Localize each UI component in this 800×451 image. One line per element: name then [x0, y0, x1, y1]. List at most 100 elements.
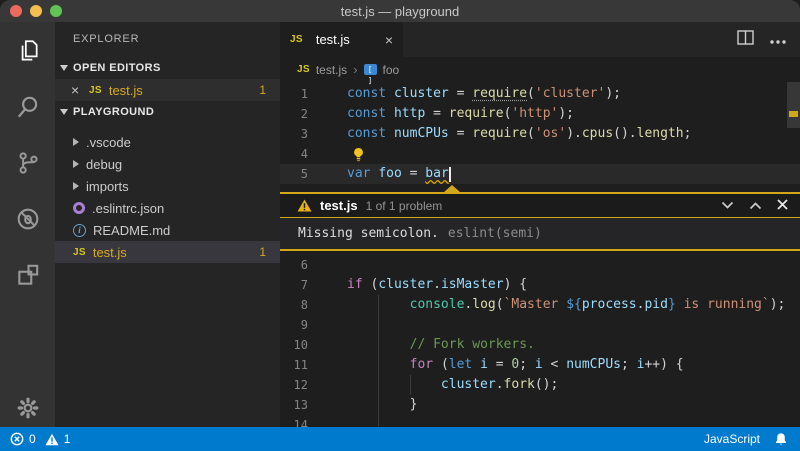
line-content: const numCPUs = require('os').cpus().len…	[347, 124, 691, 144]
list-item-test-js[interactable]: JStest.js1	[55, 241, 280, 263]
folder-chevron-icon	[73, 182, 79, 190]
indent-guide	[410, 375, 411, 395]
code-line-1[interactable]: 1const cluster = require('cluster');	[280, 84, 800, 104]
file-name: .eslintrc.json	[92, 201, 164, 216]
code-lines-top: 1const cluster = require('cluster');2con…	[280, 82, 800, 184]
maximize-window-button[interactable]	[50, 5, 62, 17]
line-number: 3	[280, 124, 308, 144]
warning-count[interactable]: 1	[64, 432, 71, 446]
open-editors-header[interactable]: OPEN EDITORS	[55, 57, 280, 79]
chevron-expanded-icon	[60, 65, 68, 71]
scrollbar-slider[interactable]	[787, 82, 800, 128]
eslint-icon	[73, 202, 85, 214]
split-editor-icon[interactable]	[737, 30, 754, 50]
list-item-readme-md[interactable]: i README.md	[55, 219, 280, 241]
line-content: }	[347, 395, 417, 415]
tab-testjs[interactable]: JS test.js ×	[280, 22, 403, 57]
code-line-14[interactable]: 14	[280, 415, 800, 427]
symbol-variable-icon: [ ]	[364, 64, 377, 75]
code-line-2[interactable]: 2const http = require('http');	[280, 104, 800, 124]
list-item--eslintrc-json[interactable]: .eslintrc.json	[55, 197, 280, 219]
debug-off-icon[interactable]	[15, 206, 41, 232]
code-line-6[interactable]: 6	[280, 255, 800, 275]
errors-icon[interactable]	[10, 432, 24, 446]
js-file-icon: JS	[297, 64, 310, 75]
close-editor-icon[interactable]: ×	[71, 83, 89, 97]
code-line-9[interactable]: 9	[280, 315, 800, 335]
code-line-12[interactable]: 12 cluster.fork();	[280, 375, 800, 395]
playground-header[interactable]: PLAYGROUND	[55, 101, 280, 123]
code-line-13[interactable]: 13 }	[280, 395, 800, 415]
js-icon: JS	[89, 85, 102, 96]
tab-label: test.js	[316, 32, 350, 47]
line-content: for (let i = 0; i < numCPUs; i++) {	[347, 355, 684, 375]
line-number: 6	[280, 255, 308, 275]
overview-ruler-warning-mark	[789, 111, 798, 117]
info-icon: i	[73, 224, 86, 237]
notifications-bell-icon[interactable]	[774, 432, 788, 446]
line-number: 4	[280, 144, 308, 164]
file-name: test.js	[93, 245, 127, 260]
peek-message-row[interactable]: Missing semicolon. eslint(semi)	[280, 217, 800, 249]
line-number: 1	[280, 84, 308, 104]
peek-file-name: test.js	[320, 198, 358, 213]
warning-triangle-icon	[297, 199, 312, 212]
problem-count-badge: 1	[259, 245, 266, 259]
code-line-10[interactable]: 10 // Fork workers.	[280, 335, 800, 355]
problem-message: Missing semicolon.	[298, 226, 439, 241]
line-content: const http = require('http');	[347, 104, 574, 124]
problem-source: eslint(semi)	[448, 226, 542, 241]
status-bar: 0 1 JavaScript	[0, 427, 800, 451]
open-editors-label: OPEN EDITORS	[73, 62, 161, 74]
line-number: 13	[280, 395, 308, 415]
code-editor[interactable]: 1const cluster = require('cluster');2con…	[280, 82, 800, 427]
sidebar-title: EXPLORER	[55, 22, 280, 57]
line-number: 12	[280, 375, 308, 395]
explorer-icon[interactable]	[15, 38, 41, 64]
code-line-8[interactable]: 8 console.log(`Master ${process.pid} is …	[280, 295, 800, 315]
search-icon[interactable]	[15, 94, 41, 120]
line-number: 9	[280, 315, 308, 335]
source-control-icon[interactable]	[15, 150, 41, 176]
window-title: test.js — playground	[341, 4, 460, 19]
tab-bar: JS test.js ×	[280, 22, 800, 57]
list-item-debug[interactable]: debug	[55, 153, 280, 175]
code-line-5[interactable]: 5var foo = bar	[280, 164, 800, 184]
list-item-test-js[interactable]: ×JStest.js1	[55, 79, 280, 101]
js-file-icon: JS	[290, 34, 303, 45]
list-item-imports[interactable]: imports	[55, 175, 280, 197]
code-line-3[interactable]: 3 const numCPUs = require('os').cpus().le…	[280, 124, 800, 144]
playground-label: PLAYGROUND	[73, 106, 154, 118]
line-content: console.log(`Master ${process.pid} is ru…	[347, 295, 785, 315]
list-item--vscode[interactable]: .vscode	[55, 131, 280, 153]
window-controls	[10, 5, 62, 17]
language-mode[interactable]: JavaScript	[704, 432, 760, 446]
line-content	[347, 144, 367, 164]
close-window-button[interactable]	[10, 5, 22, 17]
settings-gear-icon[interactable]	[15, 395, 41, 421]
peek-next-icon[interactable]	[721, 198, 734, 213]
peek-close-icon[interactable]	[777, 198, 788, 213]
file-tree: .vscode debug imports .eslintrc.json i README…	[55, 131, 280, 263]
code-line-7[interactable]: 7if (cluster.isMaster) {	[280, 275, 800, 295]
breadcrumb-symbol[interactable]: foo	[383, 63, 400, 77]
more-actions-icon[interactable]	[770, 31, 786, 49]
extensions-icon[interactable]	[15, 262, 41, 288]
explorer-sidebar: EXPLORER OPEN EDITORS ×JStest.js1 PLAYGR…	[55, 22, 280, 427]
file-name: README.md	[93, 223, 170, 238]
minimize-window-button[interactable]	[30, 5, 42, 17]
code-line-4[interactable]: 4	[280, 144, 800, 164]
error-count[interactable]: 0	[29, 432, 36, 446]
editor-group: JS test.js ×	[280, 22, 800, 427]
code-line-11[interactable]: 11 for (let i = 0; i < numCPUs; i++) {	[280, 355, 800, 375]
line-number: 14	[280, 415, 308, 427]
file-name: debug	[86, 157, 122, 172]
code-lines-bottom: 67if (cluster.isMaster) {8 console.log(`…	[280, 255, 800, 427]
warnings-icon[interactable]	[45, 433, 59, 446]
line-content: var foo = bar	[347, 164, 451, 184]
tab-close-icon[interactable]: ×	[385, 33, 393, 47]
line-number: 7	[280, 275, 308, 295]
breadcrumb-file[interactable]: test.js	[316, 63, 347, 77]
peek-previous-icon[interactable]	[749, 198, 762, 213]
lightbulb-icon[interactable]	[352, 147, 365, 162]
